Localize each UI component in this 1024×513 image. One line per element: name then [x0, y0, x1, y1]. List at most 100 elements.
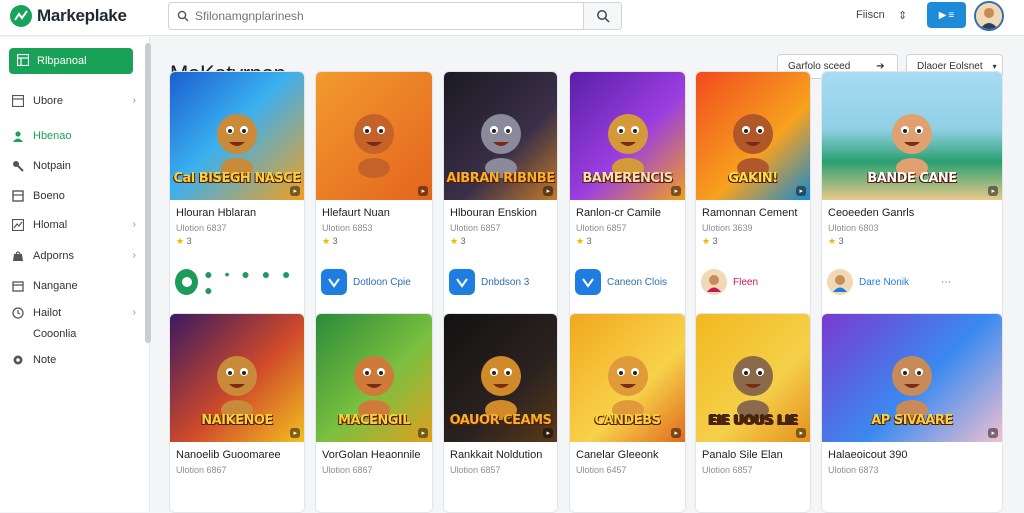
game-card[interactable]: CANDEBS ▸ Canelar Gleeonk Ulotion 6457 [569, 313, 686, 513]
card-title[interactable]: Panalo Sile Elan [702, 449, 810, 461]
publisher-label[interactable]: Fleen [733, 277, 758, 288]
publisher-label[interactable]: Dotloon Cpie [353, 277, 411, 288]
thumbnail-title-art: OAUOR CEAMS [449, 413, 552, 428]
card-title[interactable]: Hlbouran Enskion [450, 207, 557, 219]
game-thumbnail[interactable]: ▸ [316, 72, 432, 200]
sidebar-scrollbar[interactable] [145, 43, 151, 343]
game-card[interactable]: AIBRAN RIBNBE ▸ Hlbouran Enskion Ulotion 68… [443, 71, 558, 339]
card-footer[interactable]: Dnbdson 3⋯ [449, 269, 557, 295]
sidebar-item-ubore[interactable]: Ubore › [12, 91, 136, 111]
card-title[interactable]: Rankkait Noldution [450, 449, 557, 461]
game-thumbnail[interactable]: EIE UOUS LIE ▸ [696, 314, 810, 442]
card-footer[interactable]: ● • ● ● ● ● [175, 266, 303, 298]
top-nav-link[interactable]: Fiiscn [856, 9, 885, 21]
game-thumbnail[interactable]: NAIKENOE ▸ [170, 314, 304, 442]
sidebar-item-hailot[interactable]: Hailot › [12, 303, 136, 323]
game-card[interactable]: AP SIVAARE ▸ Halaeoicout 390 Ulotion 6873 [821, 313, 1003, 513]
sidebar-item-note[interactable]: Note [12, 350, 136, 370]
card-subtitle: Ulotion 3639 [702, 223, 753, 233]
thumbnail-title-art: NAIKENOE [201, 413, 273, 428]
game-thumbnail[interactable]: GAKIN! ▸ [696, 72, 810, 200]
publisher-label[interactable]: Dnbdson 3 [481, 277, 529, 288]
game-card[interactable]: BAMERENCIS ▸ Ranlon-cr Camile Ulotion 6857 ★… [569, 71, 686, 339]
rating-value: 3 [332, 236, 338, 246]
primary-action-button[interactable]: ▶ ≡ [927, 2, 966, 28]
bag-icon [12, 250, 24, 262]
chevron-right-icon: › [132, 250, 136, 261]
sidebar-item-label: Adporns [33, 250, 74, 262]
game-thumbnail[interactable]: MACENGIL ▸ [316, 314, 432, 442]
search-input[interactable] [195, 6, 575, 26]
game-card[interactable]: OAUOR CEAMS ▸ Rankkait Noldution Ulotion 68… [443, 313, 558, 513]
game-thumbnail[interactable]: AP SIVAARE ▸ [822, 314, 1002, 442]
sidebar-item-label: Ubore [33, 95, 63, 107]
thumbnail-title-art: AP SIVAARE [871, 413, 953, 428]
card-footer[interactable]: Fleen⋯ [701, 269, 810, 295]
game-card[interactable]: BANDE CANE ▸ Ceoeeden Ganrls Ulotion 6803 ★ … [821, 71, 1003, 339]
sort-icon[interactable]: ⇕ [898, 9, 907, 22]
game-card[interactable]: EIE UOUS LIE ▸ Panalo Sile Elan Ulotion 685… [695, 313, 811, 513]
star-icon: ★ [322, 236, 333, 246]
card-title[interactable]: Canelar Gleeonk [576, 449, 685, 461]
search-button[interactable] [583, 3, 621, 29]
game-thumbnail[interactable]: BAMERENCIS ▸ [570, 72, 685, 200]
card-title[interactable]: VorGolan Heaonnile [322, 449, 432, 461]
card-footer[interactable]: Dotloon Cpie⋯ [321, 269, 432, 295]
card-title[interactable]: Halaeoicout 390 [828, 449, 954, 461]
star-icon: ★ [576, 236, 587, 246]
app-name: Markeplake [37, 6, 127, 25]
sidebar-item-boeno[interactable]: Boeno [12, 186, 136, 206]
game-card[interactable]: ▸ Hlefaurt Nuan Ulotion 6853 ★ 3 Dotloon Cpi… [315, 71, 433, 339]
card-title[interactable]: Ceoeeden Ganrls [828, 207, 954, 219]
sidebar-primary-button[interactable]: Rlbpanoal [9, 48, 133, 74]
game-card[interactable]: NAIKENOE ▸ Nanoelib Guoomaree Ulotion 6867 [169, 313, 305, 513]
sidebar-item-nangane[interactable]: Nangane [12, 276, 136, 296]
media-badge-icon: ▸ [290, 428, 300, 438]
more-options-icon[interactable]: ⋯ [941, 277, 951, 288]
game-card[interactable]: MACENGIL ▸ VorGolan Heaonnile Ulotion 6867 [315, 313, 433, 513]
card-title[interactable]: Ramonnan Cement [702, 207, 810, 219]
publisher-label[interactable]: Caneon Clois [607, 277, 667, 288]
star-icon: ★ [828, 236, 839, 246]
game-thumbnail[interactable]: BANDE CANE ▸ [822, 72, 1002, 200]
sidebar-item-hlomal[interactable]: Hlomal › [12, 215, 136, 235]
game-thumbnail[interactable]: CANDEBS ▸ [570, 314, 685, 442]
card-title[interactable]: Hlefaurt Nuan [322, 207, 432, 219]
media-badge-icon: ▸ [418, 186, 428, 196]
card-title[interactable]: Ranlon-cr Camile [576, 207, 685, 219]
game-card[interactable]: Cal BISEGH NASCE ▸ Hlouran Hblaran Ulotion … [169, 71, 305, 339]
sidebar-item-label: Hlomal [33, 219, 68, 231]
game-card[interactable]: GAKIN! ▸ Ramonnan Cement Ulotion 3639 ★ 3 Fle… [695, 71, 811, 339]
game-thumbnail[interactable]: Cal BISEGH NASCE ▸ [170, 72, 304, 200]
media-badge-icon: ▸ [988, 186, 998, 196]
card-rating: ★ 3 [176, 236, 192, 247]
media-badge-icon: ▸ [796, 428, 806, 438]
thumbnail-title-art: Cal BISEGH NASCE [173, 171, 301, 186]
card-subtitle: Ulotion 6857 [576, 223, 627, 233]
publisher-label[interactable]: Dare Nonik [859, 277, 909, 288]
card-footer[interactable]: Caneon Clois⋯ [575, 269, 685, 295]
card-footer[interactable]: Dare Nonik ⋯ [827, 269, 955, 295]
media-badge-icon: ▸ [543, 186, 553, 196]
thumbnail-title-art: CANDEBS [594, 413, 661, 428]
card-title[interactable]: Hlouran Hblaran [176, 207, 302, 219]
box-icon [12, 190, 24, 202]
thumbnail-title-art: EIE UOUS LIE [708, 413, 798, 428]
menu-icon: ≡ [948, 9, 955, 21]
game-thumbnail[interactable]: AIBRAN RIBNBE ▸ [444, 72, 557, 200]
app-logo[interactable]: Markeplake [10, 5, 127, 27]
app-logo-icon [575, 269, 601, 295]
sidebar-item-hbenao[interactable]: Hbenao [12, 126, 136, 146]
chart-icon [12, 219, 24, 231]
sidebar-item-adporns[interactable]: Adporns › [12, 246, 136, 266]
user-avatar[interactable] [974, 1, 1004, 31]
game-thumbnail[interactable]: OAUOR CEAMS ▸ [444, 314, 557, 442]
sidebar-item-cooonlia[interactable]: Cooonlia [12, 324, 136, 344]
gear-icon [12, 354, 24, 366]
card-title[interactable]: Nanoelib Guoomaree [176, 449, 302, 461]
sidebar-item-notpain[interactable]: Notpain [12, 156, 136, 176]
publisher-logo-icon [175, 269, 199, 295]
search-bar [168, 2, 622, 30]
sidebar-item-label: Boeno [33, 190, 65, 202]
card-subtitle: Ulotion 6853 [322, 223, 373, 233]
